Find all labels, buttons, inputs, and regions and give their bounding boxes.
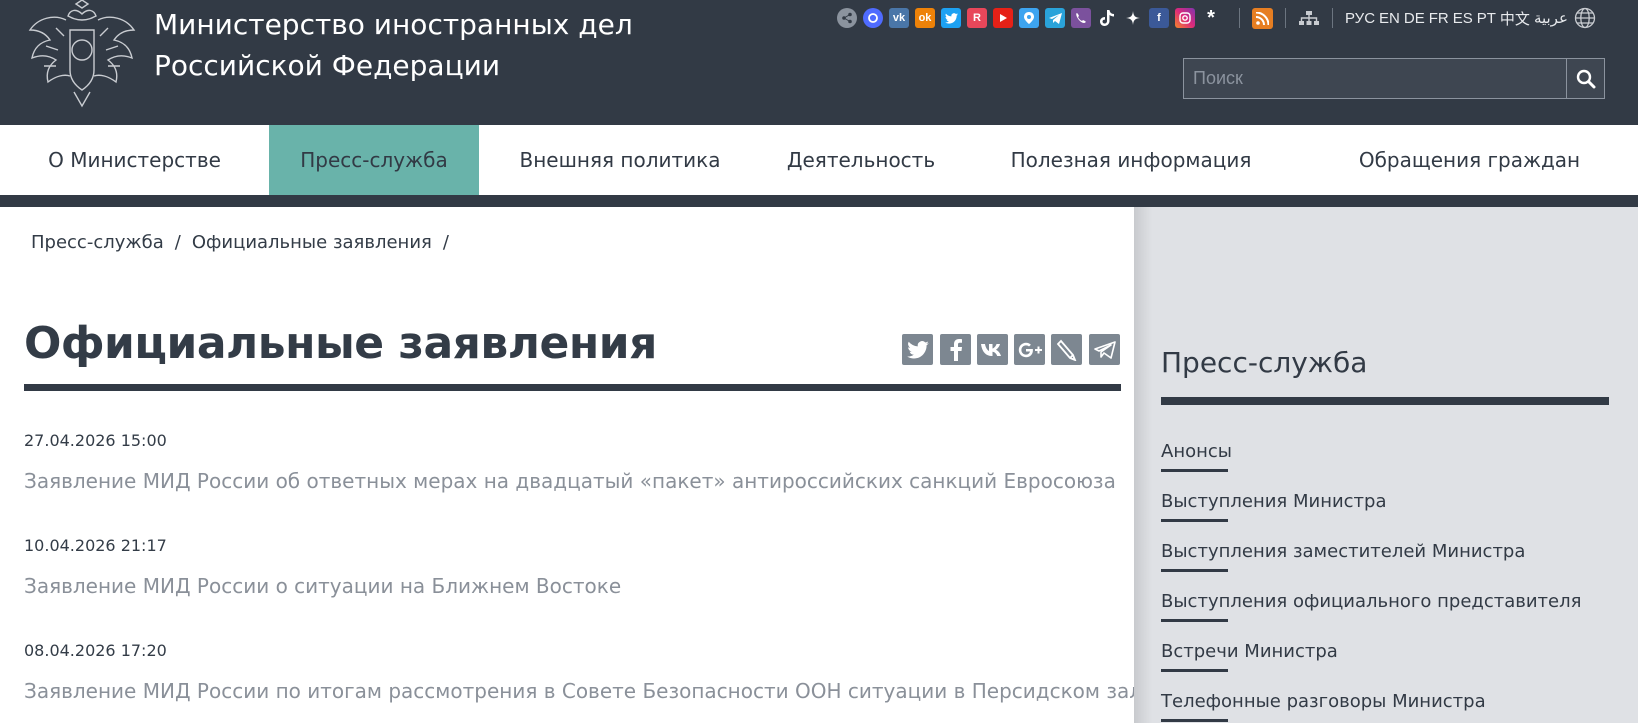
telegram-icon[interactable] xyxy=(1045,8,1065,28)
sidebar-link-underline xyxy=(1161,569,1228,572)
sidebar-link-spokesperson-speeches[interactable]: Выступления официального представителя xyxy=(1161,591,1581,612)
instagram-icon[interactable] xyxy=(1175,8,1195,28)
lang-zh[interactable]: 中文 xyxy=(1500,8,1530,29)
globe-icon[interactable] xyxy=(1574,7,1596,29)
nav-item-activity[interactable]: Деятельность xyxy=(761,125,961,195)
news-date: 08.04.2026 17:20 xyxy=(24,641,167,660)
share-livejournal-icon[interactable] xyxy=(1051,334,1082,365)
breadcrumb: Пресс-служба / Официальные заявления / xyxy=(31,232,460,253)
odnoklassniki-icon[interactable]: ok xyxy=(915,8,935,28)
nav-item-press[interactable]: Пресс-служба xyxy=(269,125,479,195)
site-title-line2: Российской Федерации xyxy=(154,49,501,82)
star-icon[interactable] xyxy=(1123,8,1143,28)
nav-item-citizen-appeals[interactable]: Обращения граждан xyxy=(1301,125,1638,195)
breadcrumb-item-statements[interactable]: Официальные заявления xyxy=(192,232,432,253)
nav-item-useful-info[interactable]: Полезная информация xyxy=(961,125,1301,195)
breadcrumb-item-press[interactable]: Пресс-служба xyxy=(31,232,164,253)
nav-item-about[interactable]: О Министерстве xyxy=(0,125,269,195)
sidebar-link-minister-meetings[interactable]: Встречи Министра xyxy=(1161,641,1338,662)
share-google-plus-icon[interactable] xyxy=(1014,334,1045,365)
search-input[interactable] xyxy=(1184,59,1566,98)
site-header: Министерство иностранных дел Российской … xyxy=(0,0,1638,125)
lang-ru[interactable]: РУС xyxy=(1345,10,1375,27)
nav-divider xyxy=(0,195,1638,207)
news-title-link[interactable]: Заявление МИД России по итогам рассмотре… xyxy=(24,679,1179,703)
sidebar-link-underline xyxy=(1161,469,1228,472)
lang-es[interactable]: ES xyxy=(1453,10,1473,27)
sidebar-link-announcements[interactable]: Анонсы xyxy=(1161,441,1232,462)
dzen-map-icon[interactable] xyxy=(1019,8,1039,28)
lang-de[interactable]: DE xyxy=(1404,10,1425,27)
viber-icon[interactable] xyxy=(1071,8,1091,28)
news-title-link[interactable]: Заявление МИД России об ответных мерах н… xyxy=(24,469,1116,493)
search-box xyxy=(1183,58,1605,99)
site-title[interactable]: Министерство иностранных дел Российской … xyxy=(154,4,633,86)
sidebar-link-underline xyxy=(1161,669,1228,672)
rss-icon[interactable] xyxy=(1252,7,1273,29)
rutube-icon[interactable]: R xyxy=(967,8,987,28)
coat-of-arms-logo[interactable] xyxy=(26,0,138,108)
sidebar-title: Пресс-служба xyxy=(1161,346,1368,379)
news-date: 10.04.2026 21:17 xyxy=(24,536,167,555)
youtube-icon[interactable] xyxy=(993,8,1013,28)
sidebar-link-underline xyxy=(1161,719,1228,722)
lang-fr[interactable]: FR xyxy=(1429,10,1449,27)
search-icon xyxy=(1576,69,1595,88)
breadcrumb-separator: / xyxy=(442,232,449,253)
sidebar-link-minister-calls[interactable]: Телефонные разговоры Министра xyxy=(1161,691,1486,712)
divider xyxy=(1239,8,1240,28)
divider xyxy=(1332,8,1333,28)
language-switcher: РУС EN DE FR ES PT 中文 عربية xyxy=(1345,7,1596,29)
news-title-link[interactable]: Заявление МИД России о ситуации на Ближн… xyxy=(24,574,621,598)
divider xyxy=(1285,8,1286,28)
share-telegram-icon[interactable] xyxy=(1089,334,1120,365)
max-icon[interactable] xyxy=(863,8,883,28)
sidebar-shadow xyxy=(1134,207,1152,723)
sidebar-link-underline xyxy=(1161,619,1228,622)
lang-pt[interactable]: PT xyxy=(1477,10,1496,27)
share-twitter-icon[interactable] xyxy=(902,334,933,365)
breadcrumb-separator: / xyxy=(174,232,181,253)
share-icon[interactable] xyxy=(837,8,857,28)
share-vk-icon[interactable] xyxy=(977,334,1008,365)
page-title: Официальные заявления xyxy=(24,318,657,369)
lang-en[interactable]: EN xyxy=(1379,10,1400,27)
share-facebook-icon[interactable] xyxy=(940,334,971,365)
news-date: 27.04.2026 15:00 xyxy=(24,431,167,450)
vk-icon[interactable]: vk xyxy=(889,8,909,28)
sidebar-divider xyxy=(1161,397,1609,405)
tiktok-icon[interactable] xyxy=(1097,8,1117,28)
site-title-line1: Министерство иностранных дел xyxy=(154,8,633,41)
sidebar-link-underline xyxy=(1161,519,1228,522)
lang-ar[interactable]: عربية xyxy=(1534,9,1568,27)
sidebar-link-minister-speeches[interactable]: Выступления Министра xyxy=(1161,491,1387,512)
main-nav: О Министерстве Пресс-служба Внешняя поли… xyxy=(0,125,1638,195)
search-button[interactable] xyxy=(1566,59,1604,98)
facebook-icon[interactable]: f xyxy=(1149,8,1169,28)
asterisk-icon[interactable]: * xyxy=(1201,8,1221,28)
twitter-icon[interactable] xyxy=(941,8,961,28)
social-links: vk ok R f * РУС EN DE FR ES PT 中文 عربية xyxy=(837,6,1596,30)
title-divider xyxy=(24,384,1121,391)
nav-item-foreign-policy[interactable]: Внешняя политика xyxy=(479,125,761,195)
sidebar-link-deputy-speeches[interactable]: Выступления заместителей Министра xyxy=(1161,541,1525,562)
sitemap-icon[interactable] xyxy=(1298,8,1320,28)
